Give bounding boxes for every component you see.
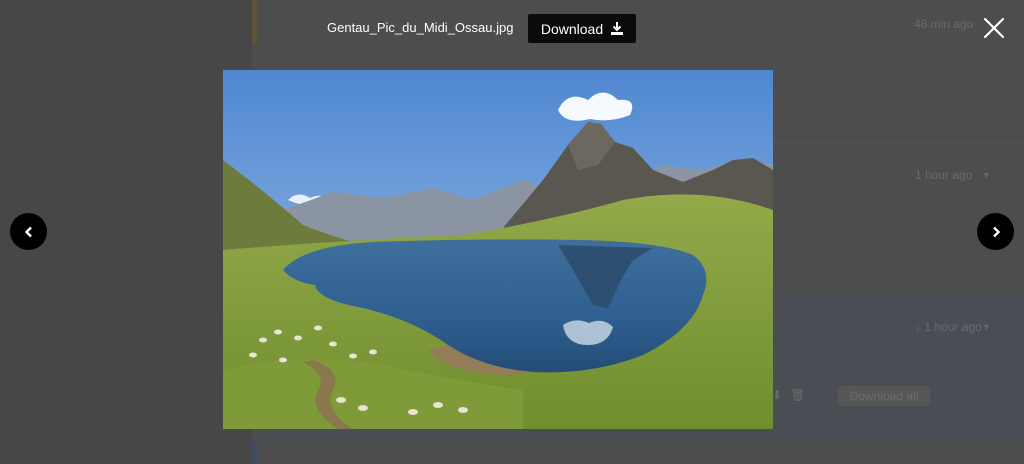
background-download-all-button: Download all <box>838 386 930 406</box>
download-button-label: Download <box>540 20 604 37</box>
download-icon: ⬇ <box>772 388 783 402</box>
close-icon[interactable] <box>980 14 1008 42</box>
background-accent <box>252 440 257 464</box>
background-timestamp: 48 min ago <box>914 17 974 31</box>
chevron-right-icon <box>992 226 1000 237</box>
download-icon: ↓ <box>915 320 925 334</box>
chevron-left-icon <box>24 226 32 237</box>
background-accent <box>252 0 257 44</box>
background-timestamp: ↓ 1 hour ago <box>915 320 982 334</box>
chevron-down-icon: ▼ <box>982 322 991 332</box>
background-timestamp: 1 hour ago <box>915 168 973 182</box>
background-attachment-actions: ⬇ 🗑 <box>772 388 805 402</box>
trash-icon: 🗑 <box>790 388 806 402</box>
file-name: Gentau_Pic_du_Midi_Ossau.jpg <box>327 20 514 35</box>
download-icon <box>611 22 624 35</box>
next-button[interactable] <box>977 213 1014 250</box>
preview-image <box>223 70 773 429</box>
download-button[interactable]: Download <box>528 14 636 43</box>
landscape-photo <box>223 70 773 429</box>
chevron-down-icon: ▼ <box>982 170 991 180</box>
previous-button[interactable] <box>10 213 47 250</box>
